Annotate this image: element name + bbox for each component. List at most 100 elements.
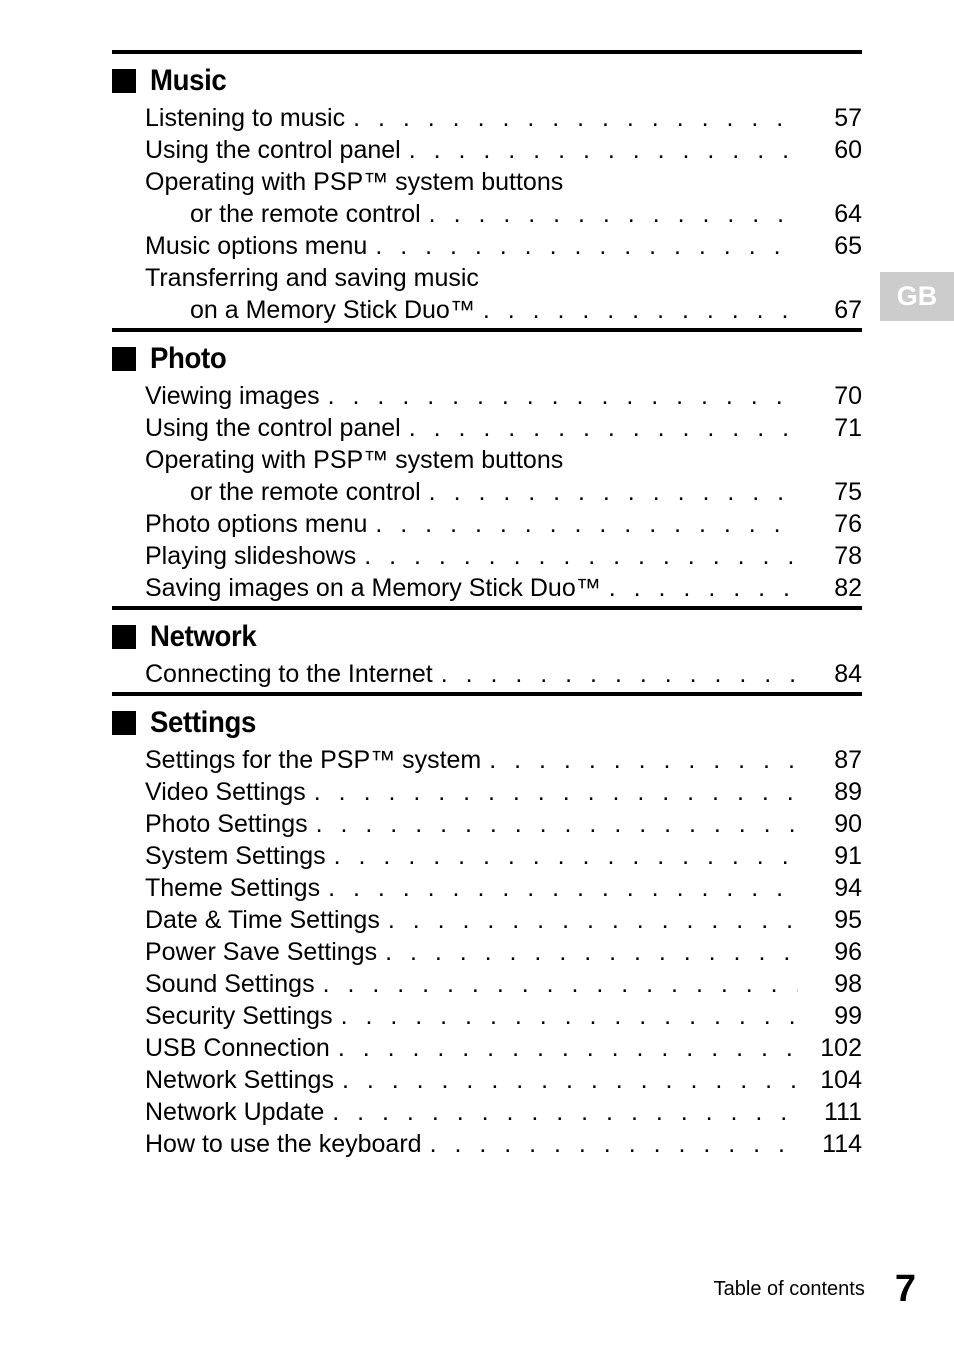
section-heading: Music: [112, 60, 862, 102]
section-heading: Network: [112, 616, 862, 658]
toc-entry-page-number: 78: [834, 542, 862, 570]
toc-entry[interactable]: Operating with PSP™ system buttons. . . …: [112, 446, 862, 478]
toc-leader-dots: . . . . . . . . . . . . . . . . . . . . …: [327, 384, 798, 409]
toc-leader-dots: . . . . . . . . . . . . . . . . . . . . …: [328, 876, 798, 901]
toc-entry-label: on a Memory Stick Duo™: [190, 296, 475, 324]
toc-entry[interactable]: Connecting to the Internet . . . . . . . …: [112, 660, 862, 692]
toc-entry[interactable]: Power Save Settings . . . . . . . . . . .…: [112, 938, 862, 970]
toc-entry-page-number: 57: [834, 104, 862, 132]
toc-entry[interactable]: on a Memory Stick Duo™ . . . . . . . . . …: [112, 296, 862, 328]
toc-entry-page-number: 75: [834, 478, 862, 506]
toc-entry-label: Network Update: [145, 1098, 325, 1126]
toc-entry-label: Photo Settings: [145, 810, 308, 838]
toc-leader-dots: . . . . . . . . . . . . . . . . . . . . …: [322, 972, 798, 997]
toc-entry-page-number: 60: [834, 136, 862, 164]
toc-leader-dots: . . . . . . . . . . . . . . . . . . . . …: [385, 940, 798, 965]
toc-entry[interactable]: System Settings . . . . . . . . . . . . .…: [112, 842, 862, 874]
toc-entry[interactable]: Date & Time Settings . . . . . . . . . . …: [112, 906, 862, 938]
toc-entry[interactable]: Using the control panel . . . . . . . . .…: [112, 136, 862, 168]
toc-entry[interactable]: Using the control panel . . . . . . . . .…: [112, 414, 862, 446]
toc-entry[interactable]: Transferring and saving music. . . . . .…: [112, 264, 862, 296]
toc-entry[interactable]: or the remote control . . . . . . . . . .…: [112, 200, 862, 232]
toc-entry-label: or the remote control: [190, 200, 421, 228]
toc-entry-label: Operating with PSP™ system buttons: [145, 168, 564, 196]
toc-entry[interactable]: Viewing images . . . . . . . . . . . . . …: [112, 382, 862, 414]
toc-section: Photo Viewing images . . . . . . . . . . .…: [112, 328, 862, 606]
toc-entry-page-number: 98: [834, 970, 862, 998]
filled-square-icon: [112, 625, 136, 649]
toc-leader-dots: . . . . . . . . . . . . . . . . . . . . …: [482, 298, 798, 323]
toc-entry-page-number: 89: [834, 778, 862, 806]
toc-leader-dots: . . . . . . . . . . . . . . . . . . . . …: [408, 416, 798, 441]
toc-section: Music Listening to music . . . . . . . . .…: [112, 50, 862, 328]
toc-entry-label: Connecting to the Internet: [145, 660, 433, 688]
toc-entry-label: Photo options menu: [145, 510, 368, 538]
toc-entry[interactable]: Security Settings . . . . . . . . . . . .…: [112, 1002, 862, 1034]
toc-leader-dots: . . . . . . . . . . . . . . . . . . . . …: [489, 748, 798, 773]
toc-entry-label: Transferring and saving music: [145, 264, 479, 292]
toc-entry-page-number: 84: [834, 660, 862, 688]
toc-entry-page-number: 96: [834, 938, 862, 966]
toc-entry[interactable]: Photo Settings . . . . . . . . . . . . . …: [112, 810, 862, 842]
toc-entry[interactable]: Theme Settings . . . . . . . . . . . . . …: [112, 874, 862, 906]
section-divider: [112, 328, 862, 332]
section-divider: [112, 606, 862, 610]
toc-entry-label: Using the control panel: [145, 136, 401, 164]
page-footer: Table of contents 7: [0, 1268, 954, 1311]
toc-entry-page-number: 82: [834, 574, 862, 602]
toc-entry[interactable]: Video Settings . . . . . . . . . . . . . …: [112, 778, 862, 810]
toc-entry-label: Listening to music: [145, 104, 346, 132]
toc-entry[interactable]: Photo options menu . . . . . . . . . . . …: [112, 510, 862, 542]
toc-entry-page-number: 102: [820, 1034, 862, 1062]
toc-entry-label: System Settings: [145, 842, 326, 870]
toc-section: Network Connecting to the Internet . . . .…: [112, 606, 862, 692]
toc-leader-dots: . . . . . . . . . . . . . . . . . . . . …: [337, 1036, 798, 1061]
toc-entry-label: Using the control panel: [145, 414, 401, 442]
toc-leader-dots: . . . . . . . . . . . . . . . . . . . . …: [375, 234, 798, 259]
toc-leader-dots: . . . . . . . . . . . . . . . . . . . . …: [313, 780, 798, 805]
toc-entry-page-number: 71: [834, 414, 862, 442]
section-entries: Listening to music . . . . . . . . . . . …: [112, 104, 862, 328]
section-entries: Viewing images . . . . . . . . . . . . . …: [112, 382, 862, 606]
toc-leader-dots: . . . . . . . . . . . . . . . . . . . . …: [408, 138, 798, 163]
toc-entry[interactable]: How to use the keyboard . . . . . . . . .…: [112, 1130, 862, 1162]
language-badge-gb: GB: [880, 272, 954, 321]
toc-entry-page-number: 64: [834, 200, 862, 228]
toc-entry-label: Saving images on a Memory Stick Duo™: [145, 574, 601, 602]
filled-square-icon: [112, 347, 136, 371]
toc-entry-page-number: 91: [834, 842, 862, 870]
toc-entry[interactable]: Music options menu . . . . . . . . . . . …: [112, 232, 862, 264]
toc-entry[interactable]: Operating with PSP™ system buttons. . . …: [112, 168, 862, 200]
toc-section: Settings Settings for the PSP™ system . . …: [112, 692, 862, 1162]
section-entries: Connecting to the Internet . . . . . . . …: [112, 660, 862, 692]
toc-entry[interactable]: Playing slideshows . . . . . . . . . . . …: [112, 542, 862, 574]
toc-entry-page-number: 87: [834, 746, 862, 774]
toc-entry[interactable]: Settings for the PSP™ system . . . . . . …: [112, 746, 862, 778]
filled-square-icon: [112, 711, 136, 735]
toc-leader-dots: . . . . . . . . . . . . . . . . . . . . …: [428, 480, 798, 505]
toc-leader-dots: . . . . . . . . . . . . . . . . . . . . …: [387, 908, 798, 933]
toc-entry[interactable]: Network Update . . . . . . . . . . . . . …: [112, 1098, 862, 1130]
toc-entry[interactable]: Listening to music . . . . . . . . . . . …: [112, 104, 862, 136]
toc-leader-dots: . . . . . . . . . . . . . . . . . . . . …: [429, 1132, 798, 1157]
toc-entry[interactable]: Saving images on a Memory Stick Duo™ . . …: [112, 574, 862, 606]
toc-leader-dots: . . . . . . . . . . . . . . . . . . . . …: [440, 662, 798, 687]
section-title: Photo: [150, 342, 227, 375]
toc-leader-dots: . . . . . . . . . . . . . . . . . . . . …: [375, 512, 798, 537]
toc-entry-label: Playing slideshows: [145, 542, 357, 570]
toc-entry[interactable]: or the remote control . . . . . . . . . .…: [112, 478, 862, 510]
toc-entry-page-number: 104: [820, 1066, 862, 1094]
toc-entry-page-number: 65: [834, 232, 862, 260]
toc-entry[interactable]: Network Settings . . . . . . . . . . . . …: [112, 1066, 862, 1098]
toc-entry-page-number: 90: [834, 810, 862, 838]
filled-square-icon: [112, 69, 136, 93]
toc-entry-page-number: 67: [834, 296, 862, 324]
toc-entry-label: Sound Settings: [145, 970, 315, 998]
toc-entry-page-number: 111: [823, 1098, 862, 1126]
toc-entry-label: Theme Settings: [145, 874, 321, 902]
toc-entry-label: How to use the keyboard: [145, 1130, 422, 1158]
footer-page-number: 7: [894, 1268, 916, 1310]
toc-entry-label: Operating with PSP™ system buttons: [145, 446, 564, 474]
toc-entry[interactable]: USB Connection . . . . . . . . . . . . . …: [112, 1034, 862, 1066]
toc-entry[interactable]: Sound Settings . . . . . . . . . . . . . …: [112, 970, 862, 1002]
